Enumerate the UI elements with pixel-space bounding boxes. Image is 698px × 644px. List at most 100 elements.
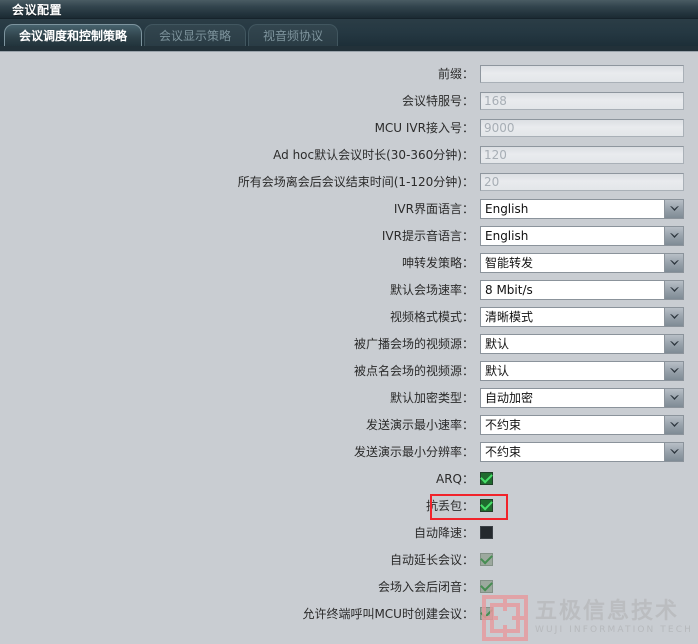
rollcall-site-video-source-select[interactable]: 默认 [480,360,684,381]
field-control: 不约束 [480,414,686,435]
select-value: 默认 [481,361,664,380]
tab-scheduling-control[interactable]: 会议调度和控制策略 [4,24,143,46]
field-control: 默认 [480,360,686,381]
field-label: 会场入会后闭音： [377,579,474,594]
field-label: 发送演示最小速率： [365,417,474,432]
field-label: 抗丢包： [425,498,474,513]
form-row-end-time-after-all-leave: 所有会场离会后会议结束时间(1-120分钟)： [0,168,698,195]
forwarding-policy-select[interactable]: 智能转发 [480,252,684,273]
field-control: 不约束 [480,441,686,462]
select-value: 默认 [481,334,664,353]
chevron-down-icon[interactable] [664,442,683,461]
field-control [480,172,686,191]
form-row-arq: ARQ： [0,465,698,492]
select-value: 清晰模式 [481,307,664,326]
packet-loss-resistance-checkbox[interactable] [480,499,493,512]
field-label: 所有会场离会后会议结束时间(1-120分钟)： [237,174,474,189]
conference-service-number-input[interactable] [480,91,684,110]
default-encryption-type-select[interactable]: 自动加密 [480,387,684,408]
form-row-conference-service-number: 会议特服号： [0,87,698,114]
chevron-down-icon[interactable] [664,334,683,353]
field-control: English [480,198,686,219]
min-presentation-rate-select[interactable]: 不约束 [480,414,684,435]
field-label: 自动降速： [413,525,474,540]
arq-checkbox[interactable] [480,472,493,485]
field-label: 被点名会场的视频源： [353,363,474,378]
field-control: 自动加密 [480,387,686,408]
allow-terminal-create-conference-checkbox[interactable] [480,607,493,620]
default-site-rate-select[interactable]: 8 Mbit/s [480,279,684,300]
tab-label: 会议显示策略 [159,29,232,43]
chevron-down-icon[interactable] [664,199,683,218]
select-value: 不约束 [481,415,664,434]
field-label: 会议特服号： [401,93,474,108]
min-presentation-resolution-select[interactable]: 不约束 [480,441,684,462]
chevron-down-icon[interactable] [664,361,683,380]
form-row-min-presentation-rate: 发送演示最小速率： 不约束 [0,411,698,438]
field-control [480,580,686,593]
field-control [480,91,686,110]
select-value: 8 Mbit/s [481,280,664,299]
chevron-down-icon[interactable] [664,307,683,326]
prefix-input[interactable] [480,64,684,83]
chevron-down-icon[interactable] [664,415,683,434]
mcu-ivr-access-number-input[interactable] [480,118,684,137]
field-control [480,118,686,137]
tab-label: 视音频协议 [263,29,324,43]
form-row-prefix: 前缀： [0,60,698,87]
chevron-down-icon[interactable] [664,226,683,245]
field-control [480,607,686,620]
ivr-prompt-language-select[interactable]: English [480,225,684,246]
field-control: 智能转发 [480,252,686,273]
field-label: 默认会场速率： [389,282,474,297]
form-row-auto-rate-reduction: 自动降速： [0,519,698,546]
field-control [480,145,686,164]
video-format-mode-select[interactable]: 清晰模式 [480,306,684,327]
page-title: 会议配置 [12,2,63,17]
form-row-broadcast-site-video-source: 被广播会场的视频源： 默认 [0,330,698,357]
tab-label: 会议调度和控制策略 [19,29,128,43]
end-time-after-all-leave-input[interactable] [480,172,684,191]
tab-display-policy[interactable]: 会议显示策略 [144,24,247,46]
ivr-ui-language-select[interactable]: English [480,198,684,219]
form-row-video-format-mode: 视频格式模式： 清晰模式 [0,303,698,330]
field-label: IVR提示音语言： [381,228,474,243]
field-control [480,64,686,83]
select-value: English [481,226,664,245]
form-row-default-encryption-type: 默认加密类型： 自动加密 [0,384,698,411]
adhoc-default-duration-input[interactable] [480,145,684,164]
form-row-forwarding-policy: 呻转发策略： 智能转发 [0,249,698,276]
auto-rate-reduction-checkbox[interactable] [480,526,493,539]
auto-extend-conference-checkbox[interactable] [480,553,493,566]
field-label: Ad hoc默认会议时长(30-360分钟)： [273,147,474,162]
form-row-mcu-ivr-access-number: MCU IVR接入号： [0,114,698,141]
field-label: ARQ： [435,471,474,486]
form-row-adhoc-default-duration: Ad hoc默认会议时长(30-360分钟)： [0,141,698,168]
field-label: 发送演示最小分辨率： [353,444,474,459]
field-label: MCU IVR接入号： [374,120,474,135]
field-label: 允许终端呼叫MCU时创建会议： [302,606,474,621]
chevron-down-icon[interactable] [664,280,683,299]
field-label: 前缀： [437,66,474,81]
field-label: 自动延长会议： [389,552,474,567]
field-control [480,553,686,566]
tab-bar: 会议调度和控制策略 会议显示策略 视音频协议 [0,19,698,46]
field-control: 8 Mbit/s [480,279,686,300]
chevron-down-icon[interactable] [664,253,683,272]
chevron-down-icon[interactable] [664,388,683,407]
tab-av-protocol[interactable]: 视音频协议 [248,24,339,46]
select-value: English [481,199,664,218]
field-control [480,499,686,512]
field-label: 视频格式模式： [389,309,474,324]
broadcast-site-video-source-select[interactable]: 默认 [480,333,684,354]
form-row-default-site-rate: 默认会场速率： 8 Mbit/s [0,276,698,303]
field-label: 默认加密类型： [389,390,474,405]
mute-on-join-checkbox[interactable] [480,580,493,593]
form-row-rollcall-site-video-source: 被点名会场的视频源： 默认 [0,357,698,384]
field-label: 被广播会场的视频源： [353,336,474,351]
select-value: 不约束 [481,442,664,461]
form-row-allow-terminal-create-conference: 允许终端呼叫MCU时创建会议： [0,600,698,627]
form-row-mute-on-join: 会场入会后闭音： [0,573,698,600]
select-value: 智能转发 [481,253,664,272]
field-control: English [480,225,686,246]
